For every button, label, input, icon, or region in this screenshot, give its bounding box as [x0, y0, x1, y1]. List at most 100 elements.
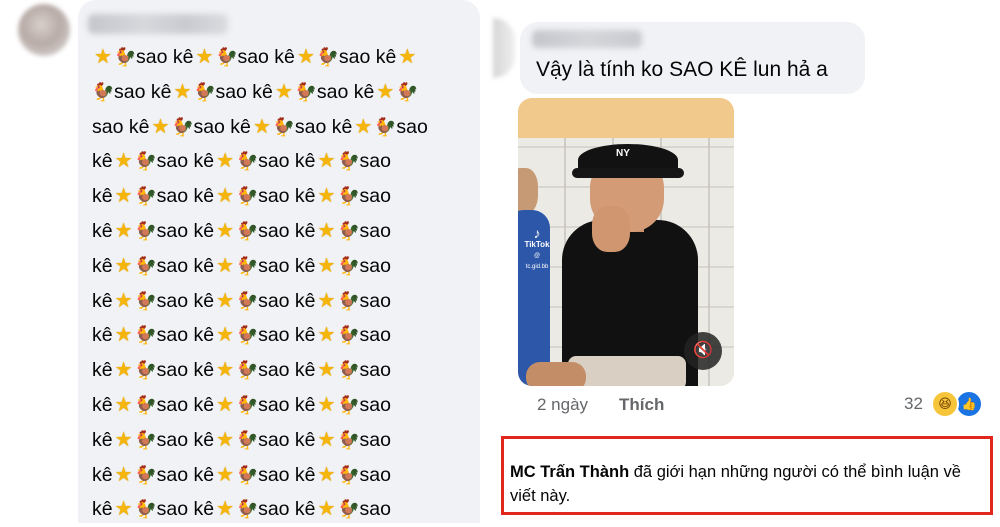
comment-word: sao kê: [156, 254, 215, 277]
comment-word: sao kê: [156, 185, 215, 208]
like-button[interactable]: Thích: [619, 395, 664, 415]
comment-word: sao kê: [258, 324, 316, 347]
rooster-emoji-icon: 🐓: [134, 360, 158, 381]
star-emoji-icon: ★: [354, 115, 373, 138]
star-emoji-icon: ★: [317, 185, 336, 208]
hat-logo: NY: [616, 148, 630, 159]
comment-word: sao: [359, 289, 391, 312]
comment-line: kê ★ 🐓sao kê ★ 🐓sao kê ★ 🐓sao: [92, 214, 472, 249]
star-emoji-icon: ★: [151, 115, 170, 138]
like-reaction-icon[interactable]: 👍: [955, 390, 983, 418]
rooster-emoji-icon: 🐓: [236, 499, 259, 520]
comment-word: sao kê: [114, 80, 172, 103]
comment-line: kê ★ 🐓sao kê ★ 🐓sao kê ★ 🐓sao: [92, 249, 472, 284]
haha-reaction-icon[interactable]: 😆: [931, 390, 959, 418]
blurred-commenter-name-right[interactable]: [532, 30, 642, 48]
rooster-emoji-icon: 🐓: [272, 116, 296, 137]
comment-word: kê: [92, 463, 113, 486]
rooster-emoji-icon: 🐓: [236, 429, 259, 450]
star-emoji-icon: ★: [114, 254, 133, 277]
star-emoji-icon: ★: [216, 393, 235, 416]
comment-word: sao kê: [156, 498, 215, 521]
rooster-emoji-icon: 🐓: [337, 499, 360, 520]
rooster-emoji-icon: 🐓: [337, 186, 360, 207]
comment-word: sao kê: [156, 359, 215, 382]
comment-word: sao kê: [338, 46, 397, 68]
comment-line: kê ★ 🐓sao kê ★ 🐓sao kê ★ 🐓sao: [92, 284, 472, 319]
star-emoji-icon: ★: [317, 463, 336, 486]
comment-line: kê ★ 🐓sao kê ★ 🐓sao kê ★ 🐓sao: [92, 458, 472, 493]
video-background-top: [518, 98, 734, 142]
comment-word: sao: [359, 219, 391, 242]
rooster-emoji-icon: 🐓: [134, 464, 158, 485]
rooster-emoji-icon: 🐓: [215, 47, 238, 67]
rooster-emoji-icon: 🐓: [171, 116, 194, 137]
comment-line: kê ★ 🐓sao kê ★ 🐓sao kê ★ 🐓sao: [92, 179, 472, 214]
comment-word: sao kê: [258, 289, 316, 312]
comment-word: sao kê: [258, 185, 316, 208]
star-emoji-icon: ★: [216, 359, 235, 382]
rooster-emoji-icon: 🐓: [337, 429, 360, 450]
comment-word: sao: [359, 254, 391, 277]
comment-word: sao kê: [156, 463, 215, 486]
comment-word: sao kê: [92, 115, 150, 138]
star-emoji-icon: ★: [317, 254, 336, 277]
tiktok-watermark: ♪ TikTok @ tc.gid.bb: [522, 226, 552, 272]
comment-word: sao kê: [237, 46, 295, 68]
comment-word: kê: [92, 324, 113, 347]
rooster-emoji-icon: 🐓: [134, 499, 158, 520]
star-emoji-icon: ★: [398, 46, 417, 68]
comment-word: sao kê: [258, 463, 316, 486]
comment-word: kê: [92, 289, 113, 312]
rooster-emoji-icon: 🐓: [337, 151, 360, 172]
star-emoji-icon: ★: [317, 219, 336, 242]
rooster-emoji-icon: 🐓: [236, 464, 259, 485]
speaker-muted-icon[interactable]: 🔇: [684, 332, 722, 370]
tiktok-watermark-label: TikTok: [524, 240, 550, 249]
comment-word: sao: [359, 393, 391, 416]
rooster-emoji-icon: 🐓: [236, 220, 259, 241]
comment-word: sao kê: [156, 289, 215, 312]
comment-timestamp[interactable]: 2 ngày: [537, 395, 588, 415]
blurred-commenter-name[interactable]: [88, 14, 228, 34]
comment-word: sao kê: [156, 393, 215, 416]
notice-author[interactable]: MC Trấn Thành: [510, 463, 629, 481]
reaction-count[interactable]: 32: [904, 394, 923, 414]
blurred-avatar[interactable]: [18, 4, 70, 56]
rooster-emoji-icon: 🐓: [337, 290, 360, 311]
comment-word: sao kê: [258, 498, 316, 521]
star-emoji-icon: ★: [114, 393, 133, 416]
star-emoji-icon: ★: [216, 219, 235, 242]
comment-word: sao kê: [215, 80, 273, 103]
rooster-emoji-icon: 🐓: [134, 290, 158, 311]
comment-word: sao kê: [258, 428, 316, 451]
star-emoji-icon: ★: [114, 150, 133, 173]
rooster-emoji-icon: 🐓: [294, 81, 318, 102]
rooster-emoji-icon: 🐓: [337, 394, 360, 415]
video-person-hat-brim: [572, 168, 684, 178]
comment-word: sao kê: [258, 254, 316, 277]
restriction-notice: MC Trấn Thành đã giới hạn những người có…: [510, 460, 990, 508]
star-emoji-icon: ★: [114, 463, 133, 486]
star-emoji-icon: ★: [317, 150, 336, 173]
rooster-emoji-icon: 🐓: [337, 464, 360, 485]
star-emoji-icon: ★: [216, 254, 235, 277]
video-person-shorts: [568, 356, 686, 386]
star-emoji-icon: ★: [296, 46, 315, 68]
comment-word: sao: [359, 428, 391, 451]
rooster-emoji-icon: 🐓: [134, 186, 158, 207]
rooster-emoji-icon: 🐓: [236, 290, 259, 311]
star-emoji-icon: ★: [114, 498, 133, 521]
comment-word: sao kê: [156, 219, 215, 242]
star-emoji-icon: ★: [216, 498, 235, 521]
rooster-emoji-icon: 🐓: [337, 255, 360, 276]
rooster-emoji-icon: 🐓: [134, 151, 158, 172]
star-emoji-icon: ★: [173, 80, 192, 103]
star-emoji-icon: ★: [216, 150, 235, 173]
star-emoji-icon: ★: [114, 428, 133, 451]
star-emoji-icon: ★: [317, 289, 336, 312]
comment-word: kê: [92, 254, 113, 277]
rooster-emoji-icon: 🐓: [114, 47, 137, 67]
comment-word: sao: [359, 150, 391, 173]
rooster-emoji-icon: 🐓: [236, 325, 259, 346]
